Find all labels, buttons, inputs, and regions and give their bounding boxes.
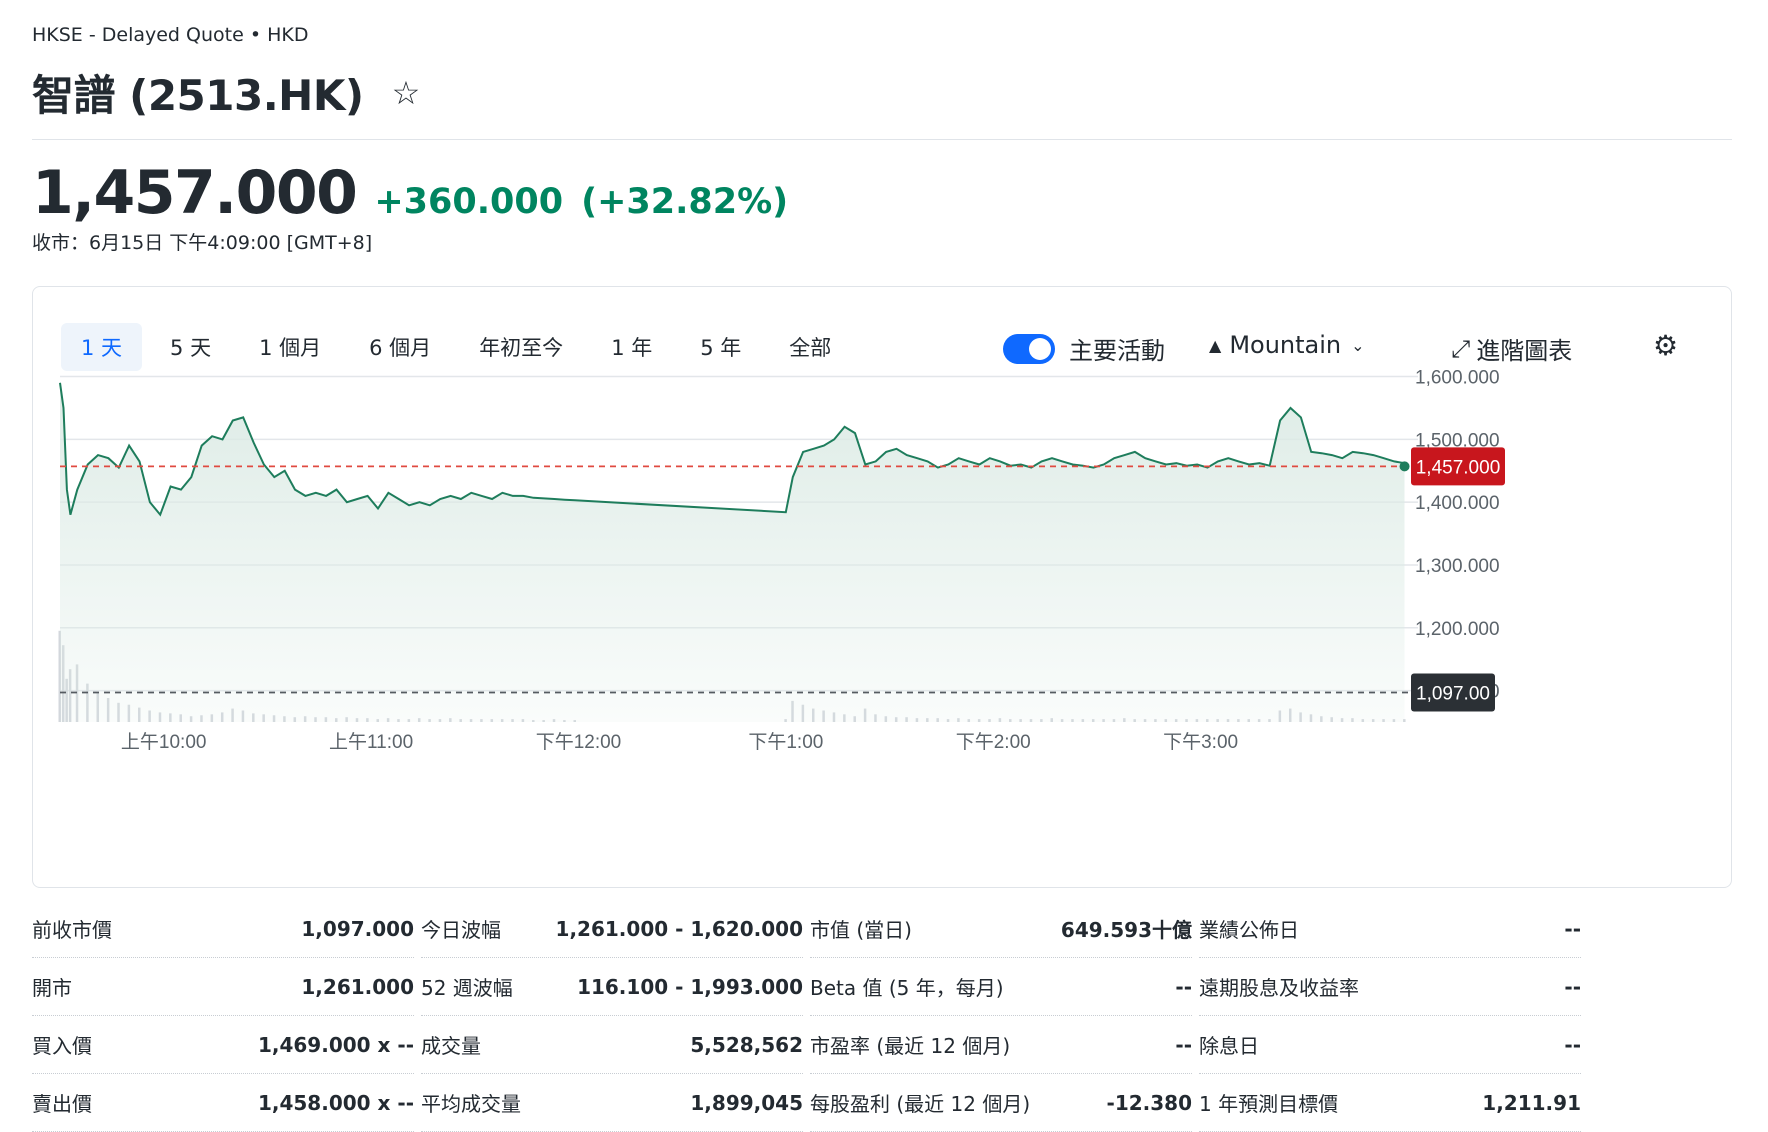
stat-value: 1,211.91 <box>1482 1090 1581 1115</box>
stat-row: 今日波幅 1,261.000 - 1,620.000 <box>421 900 803 958</box>
stat-row: 遠期股息及收益率 -- <box>1199 958 1581 1016</box>
stat-label: 買入價 <box>32 1034 92 1058</box>
y-tick-label: 1,600.000 <box>1415 368 1500 389</box>
price-row: 1,457.000 +360.000 (+32.82%) <box>32 158 788 228</box>
price-change-percent: (+32.82%) <box>581 182 789 222</box>
page-title: 智譜 (2513.HK) <box>32 71 364 120</box>
x-tick-label: 上午11:00 <box>329 731 413 753</box>
stat-label: 開市 <box>32 976 72 1000</box>
stat-row: 1 年預測目標價 1,211.91 <box>1199 1074 1581 1132</box>
stat-row: 除息日 -- <box>1199 1016 1581 1074</box>
stat-row: 每股盈利 (最近 12 個月) -12.380 <box>810 1074 1192 1132</box>
stat-value: 1,458.000 x -- <box>257 1090 414 1115</box>
x-tick-label: 下午2:00 <box>956 731 1031 753</box>
stats-column: 市值 (當日) 649.593十億 Beta 值 (5 年，每月) -- 市盈率 (最近… <box>810 900 1192 1132</box>
y-tick-label: 1,400.000 <box>1415 493 1500 514</box>
stat-row: 開市 1,261.000 <box>32 958 414 1016</box>
stat-label: 52 週波幅 <box>421 976 513 1000</box>
stat-value: -- <box>1564 974 1581 999</box>
y-tick-label: 1,200.000 <box>1415 619 1500 640</box>
price-chart[interactable]: 1,600.0001,500.0001,400.0001,300.0001,20… <box>33 287 1731 887</box>
divider <box>32 139 1732 140</box>
stats-column: 業績公佈日 -- 遠期股息及收益率 -- 除息日 -- 1 年預測目標價 1,211.91 <box>1199 900 1581 1132</box>
x-tick-label: 下午1:00 <box>748 731 823 753</box>
stat-value: 116.100 - 1,993.000 <box>577 974 803 999</box>
stat-value: -- <box>1175 974 1192 999</box>
stat-row: 賣出價 1,458.000 x -- <box>32 1074 414 1132</box>
current-price: 1,457.000 <box>32 158 358 228</box>
stat-label: 每股盈利 (最近 12 個月) <box>810 1092 1031 1116</box>
price-change: +360.000 <box>374 182 564 222</box>
stat-row: 成交量 5,528,562 <box>421 1016 803 1074</box>
prev-close-label: 1,097.00 <box>1416 683 1490 704</box>
stats-column: 今日波幅 1,261.000 - 1,620.000 52 週波幅 116.100 -… <box>421 900 803 1132</box>
stat-label: 賣出價 <box>32 1092 92 1116</box>
price-area <box>60 382 1405 722</box>
stat-value: 5,528,562 <box>690 1032 803 1057</box>
stat-value: -12.380 <box>1106 1090 1192 1115</box>
title-row: 智譜 (2513.HK) ☆ <box>32 62 420 123</box>
chart-card: 1 天5 天1 個月 6 個月 年初至今 1 年5 年全部 主要活動 ▲ Mounta… <box>32 286 1732 888</box>
stat-label: 業績公佈日 <box>1199 918 1299 942</box>
stat-row: Beta 值 (5 年，每月) -- <box>810 958 1192 1016</box>
exchange-line: HKSE - Delayed Quote • HKD <box>32 24 309 46</box>
stat-label: 1 年預測目標價 <box>1199 1092 1339 1116</box>
stat-value: 1,469.000 x -- <box>257 1032 414 1057</box>
x-tick-label: 下午12:00 <box>536 731 622 753</box>
stat-label: 遠期股息及收益率 <box>1199 976 1359 1000</box>
current-price-label: 1,457.000 <box>1416 457 1501 478</box>
stat-label: 市盈率 (最近 12 個月) <box>810 1034 1011 1058</box>
stat-value: -- <box>1564 916 1581 941</box>
x-tick-label: 上午10:00 <box>121 731 207 753</box>
stat-label: 成交量 <box>421 1034 481 1058</box>
stat-label: 平均成交量 <box>421 1092 521 1116</box>
y-tick-label: 1,300.000 <box>1415 556 1500 577</box>
stat-row: 平均成交量 1,899,045 <box>421 1074 803 1132</box>
stat-value: 649.593十億 <box>1060 918 1192 942</box>
stat-row: 業績公佈日 -- <box>1199 900 1581 958</box>
market-close-time: 收市：6月15日 下午4:09:00 [GMT+8] <box>32 232 373 254</box>
stat-label: Beta 值 (5 年，每月) <box>810 976 1004 1000</box>
stat-value: 1,899,045 <box>690 1090 803 1115</box>
stat-label: 市值 (當日) <box>810 918 912 942</box>
stat-row: 前收市價 1,097.000 <box>32 900 414 958</box>
stat-value: -- <box>1564 1032 1581 1057</box>
quote-page: HKSE - Delayed Quote • HKD 智譜 (2513.HK) … <box>32 0 1732 1132</box>
stat-value: 1,097.000 <box>301 916 414 941</box>
stat-value: -- <box>1175 1032 1192 1057</box>
stat-label: 前收市價 <box>32 918 112 942</box>
stats-column: 前收市價 1,097.000 開市 1,261.000 買入價 1,469.000 x -… <box>32 900 414 1132</box>
last-price-dot <box>1399 461 1410 472</box>
stat-row: 買入價 1,469.000 x -- <box>32 1016 414 1074</box>
stat-value: 1,261.000 - 1,620.000 <box>555 916 803 941</box>
stat-row: 市值 (當日) 649.593十億 <box>810 900 1192 958</box>
stat-value: 1,261.000 <box>301 974 414 999</box>
star-outline-icon[interactable]: ☆ <box>392 74 421 112</box>
stat-label: 今日波幅 <box>421 918 501 942</box>
stat-row: 市盈率 (最近 12 個月) -- <box>810 1016 1192 1074</box>
stat-row: 52 週波幅 116.100 - 1,993.000 <box>421 958 803 1016</box>
stat-label: 除息日 <box>1199 1034 1259 1058</box>
x-tick-label: 下午3:00 <box>1163 731 1238 753</box>
